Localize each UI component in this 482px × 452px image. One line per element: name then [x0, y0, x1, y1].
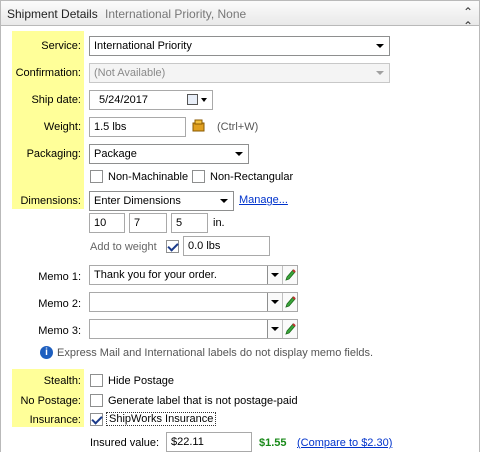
shipworks-insurance-label[interactable]: ShipWorks Insurance	[106, 412, 217, 426]
length-input[interactable]: 10	[89, 213, 125, 233]
highlight-top-labels	[12, 31, 84, 209]
width-input[interactable]: 7	[129, 213, 167, 233]
add-weight-input[interactable]: 0.0 lbs	[183, 236, 270, 256]
memo1-input[interactable]: Thank you for your order.	[89, 265, 298, 285]
confirmation-label: Confirmation:	[15, 67, 81, 79]
chevron-down-icon	[376, 44, 384, 48]
memo2-input[interactable]	[89, 292, 298, 312]
section-summary: International Priority, None	[105, 7, 247, 21]
height-value: 5	[176, 217, 183, 229]
memo1-dropdown-icon[interactable]	[267, 266, 282, 284]
confirmation-value: (Not Available)	[94, 67, 166, 79]
service-dropdown[interactable]: International Priority	[89, 36, 390, 56]
width-value: 7	[134, 217, 141, 229]
dimensions-label: Dimensions:	[20, 195, 81, 207]
chevron-down-icon	[220, 199, 228, 203]
length-value: 10	[94, 217, 107, 229]
memo-note: Express Mail and International labels do…	[57, 347, 374, 359]
dimensions-value: Enter Dimensions	[94, 195, 181, 207]
weight-input[interactable]: 1.5 lbs	[89, 117, 186, 137]
stealth-label: Stealth:	[43, 375, 81, 387]
confirmation-dropdown[interactable]: (Not Available)	[89, 63, 390, 83]
weight-label: Weight:	[43, 121, 81, 133]
calendar-icon[interactable]	[187, 94, 198, 105]
memo1-value: Thank you for your order.	[94, 269, 217, 281]
memo2-dropdown-icon[interactable]	[267, 293, 282, 311]
weight-shortcut: (Ctrl+W)	[217, 121, 259, 133]
section-title: Shipment Details	[7, 7, 98, 21]
memo2-edit-icon[interactable]	[282, 293, 297, 311]
no-postage-label: No Postage:	[20, 395, 81, 407]
memo3-input[interactable]	[89, 319, 298, 339]
non-machinable-label[interactable]: Non-Machinable	[108, 171, 188, 183]
compare-rates-link[interactable]: (Compare to $2.30)	[297, 437, 392, 449]
scale-icon[interactable]	[191, 118, 206, 133]
ship-date-picker[interactable]: 5/24/2017	[89, 90, 213, 110]
add-to-weight-checkbox[interactable]	[166, 240, 179, 253]
chevron-down-icon[interactable]	[201, 98, 207, 102]
manage-dimensions-link[interactable]: Manage...	[239, 194, 288, 206]
ship-date-value: 5/24/2017	[99, 94, 148, 106]
hide-postage-label[interactable]: Hide Postage	[108, 375, 174, 387]
insured-value-label: Insured value:	[90, 437, 160, 449]
chevron-down-icon	[376, 71, 384, 75]
dimensions-dropdown[interactable]: Enter Dimensions	[89, 191, 234, 211]
no-postage-option-label[interactable]: Generate label that is not postage-paid	[108, 395, 298, 407]
non-rectangular-label[interactable]: Non-Rectangular	[210, 171, 293, 183]
insured-value-input[interactable]: $22.11	[166, 432, 252, 452]
frame-left-border	[0, 26, 1, 452]
frame-right-border	[479, 26, 480, 452]
add-weight-value: 0.0 lbs	[188, 240, 221, 252]
shipworks-insurance-checkbox[interactable]	[90, 413, 103, 426]
ship-date-label: Ship date:	[31, 94, 81, 106]
memo1-edit-icon[interactable]	[282, 266, 297, 284]
info-icon: i	[40, 346, 53, 359]
hide-postage-checkbox[interactable]	[90, 374, 103, 387]
packaging-label: Packaging:	[26, 148, 81, 160]
packaging-value: Package	[94, 148, 137, 160]
service-label: Service:	[41, 40, 81, 52]
height-input[interactable]: 5	[171, 213, 208, 233]
dimensions-unit: in.	[213, 217, 225, 229]
collapse-icon[interactable]: ⌃ ⌃	[463, 5, 473, 33]
memo1-label: Memo 1:	[38, 271, 81, 283]
service-value: International Priority	[94, 40, 192, 52]
weight-value: 1.5 lbs	[94, 121, 127, 133]
shipment-details-header[interactable]: Shipment Details International Priority,…	[0, 0, 480, 33]
no-postage-checkbox[interactable]	[90, 394, 103, 407]
add-to-weight-label: Add to weight	[90, 241, 157, 253]
memo2-label: Memo 2:	[38, 298, 81, 310]
insurance-cost: $1.55	[259, 437, 287, 449]
chevron-down-icon	[235, 152, 243, 156]
memo3-edit-icon[interactable]	[282, 320, 297, 338]
insurance-label: Insurance:	[29, 414, 81, 426]
memo3-dropdown-icon[interactable]	[267, 320, 282, 338]
non-rectangular-checkbox[interactable]	[192, 170, 205, 183]
packaging-dropdown[interactable]: Package	[89, 144, 249, 164]
insured-value: $22.11	[171, 436, 204, 448]
non-machinable-checkbox[interactable]	[90, 170, 103, 183]
memo3-label: Memo 3:	[38, 325, 81, 337]
